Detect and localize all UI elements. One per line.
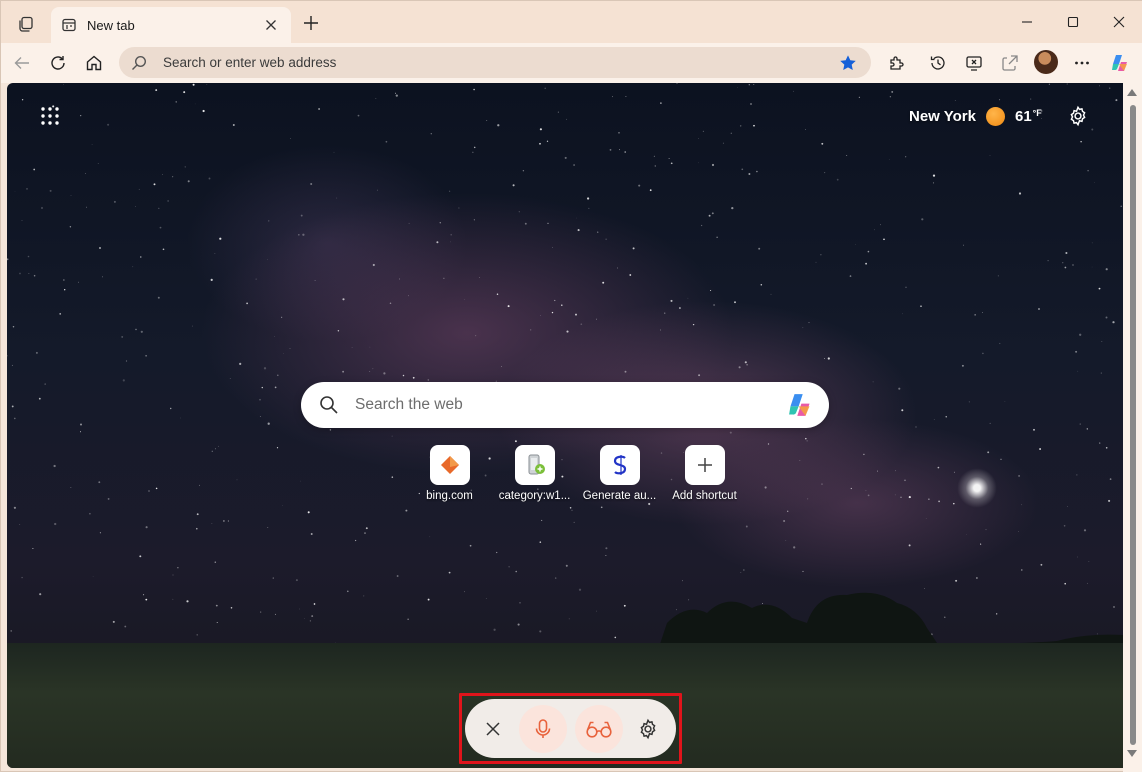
- tab-new-tab[interactable]: New tab: [51, 7, 291, 43]
- close-icon: [1113, 16, 1125, 28]
- scroll-up-arrow-icon[interactable]: [1127, 89, 1137, 96]
- shortcut-add[interactable]: Add shortcut: [662, 445, 747, 502]
- microphone-icon: [535, 718, 551, 738]
- more-button[interactable]: [1067, 48, 1097, 78]
- more-icon: [1075, 61, 1089, 65]
- address-bar[interactable]: Search or enter web address: [119, 47, 871, 78]
- sunny-icon: [985, 106, 1005, 126]
- close-icon: [486, 721, 500, 736]
- microphone-button[interactable]: [519, 704, 567, 753]
- refresh-icon: [51, 56, 65, 70]
- weather-temp: 61°F: [1014, 107, 1042, 125]
- shortcut-category[interactable]: category:w1...: [492, 445, 577, 502]
- shortcut-generate[interactable]: Generate au...: [577, 445, 662, 502]
- home-button[interactable]: [79, 48, 109, 78]
- jar-icon: [514, 445, 555, 485]
- scroll-down-arrow-icon[interactable]: [1127, 750, 1137, 757]
- plus-icon: [684, 445, 725, 485]
- voice-settings-button[interactable]: [633, 714, 663, 744]
- voice-close-button[interactable]: [479, 715, 507, 743]
- share-button[interactable]: [995, 48, 1025, 78]
- back-icon: [14, 57, 29, 69]
- shortcut-label: Add shortcut: [672, 490, 737, 502]
- new-tab-page-icon: [61, 17, 77, 33]
- copilot-icon: [1112, 55, 1127, 71]
- close-icon: [266, 20, 276, 30]
- search-icon: [319, 394, 341, 416]
- page-scrollbar[interactable]: [1123, 83, 1142, 772]
- search-input[interactable]: [355, 396, 783, 414]
- history-button[interactable]: [923, 48, 953, 78]
- tab-actions-button[interactable]: [13, 11, 39, 37]
- letter-s-icon: [599, 445, 640, 485]
- new-tab-button[interactable]: [299, 11, 323, 35]
- tab-actions-icon: [19, 16, 33, 32]
- refresh-button[interactable]: [43, 48, 73, 78]
- minimize-button[interactable]: [1004, 7, 1050, 37]
- home-icon: [86, 55, 102, 71]
- close-window-button[interactable]: [1096, 7, 1142, 37]
- maximize-button[interactable]: [1050, 7, 1096, 37]
- extensions-button[interactable]: [882, 48, 912, 78]
- app-grid-icon: [41, 107, 59, 125]
- bright-star: [957, 468, 997, 508]
- profile-avatar[interactable]: [1034, 50, 1058, 74]
- app-launcher-button[interactable]: [37, 103, 63, 129]
- shortcut-label: Generate au...: [582, 490, 657, 502]
- favorite-star-icon: [840, 54, 856, 70]
- copilot-button[interactable]: [1105, 48, 1135, 78]
- tab-close-button[interactable]: [261, 15, 281, 35]
- minimize-icon: [1022, 21, 1032, 23]
- new-tab-page: New York 61°F Search the web bing.com ca…: [7, 83, 1123, 768]
- extensions-icon: [890, 56, 904, 70]
- copilot-search-button[interactable]: [783, 388, 817, 422]
- copilot-icon: [789, 394, 810, 416]
- plus-icon: [304, 16, 318, 30]
- weather-unit: °F: [1032, 107, 1042, 118]
- screenshot-button[interactable]: [959, 48, 989, 78]
- shortcut-label: bing.com: [426, 490, 473, 502]
- vision-button[interactable]: [575, 704, 623, 753]
- search-icon: [131, 54, 149, 72]
- voice-control-bar: [465, 699, 676, 758]
- screenshot-icon: [966, 56, 982, 71]
- history-icon: [930, 56, 945, 70]
- share-icon: [1002, 55, 1018, 71]
- browser-window: New tab Search or enter web address New …: [0, 0, 1142, 772]
- shortcut-bing[interactable]: bing.com: [407, 445, 492, 502]
- gear-icon: [1070, 105, 1086, 127]
- bing-icon: [429, 445, 470, 485]
- browser-toolbar: Search or enter web address: [1, 43, 1142, 83]
- maximize-icon: [1067, 16, 1079, 28]
- weather-widget[interactable]: New York 61°F: [909, 103, 1042, 129]
- shortcut-label: category:w1...: [498, 490, 571, 502]
- tab-title: New tab: [87, 17, 135, 33]
- back-button[interactable]: [7, 48, 37, 78]
- favorite-button[interactable]: [837, 52, 859, 74]
- web-search-box[interactable]: [301, 382, 829, 428]
- quick-links: bing.com category:w1... Generate au... A…: [407, 445, 747, 502]
- address-input[interactable]: Search or enter web address: [163, 55, 837, 70]
- weather-city: New York: [909, 107, 976, 125]
- glasses-icon: [586, 721, 612, 738]
- gear-icon: [640, 718, 656, 739]
- page-settings-button[interactable]: [1065, 103, 1091, 129]
- scrollbar-thumb[interactable]: [1130, 105, 1136, 745]
- tab-strip: New tab: [1, 1, 1142, 43]
